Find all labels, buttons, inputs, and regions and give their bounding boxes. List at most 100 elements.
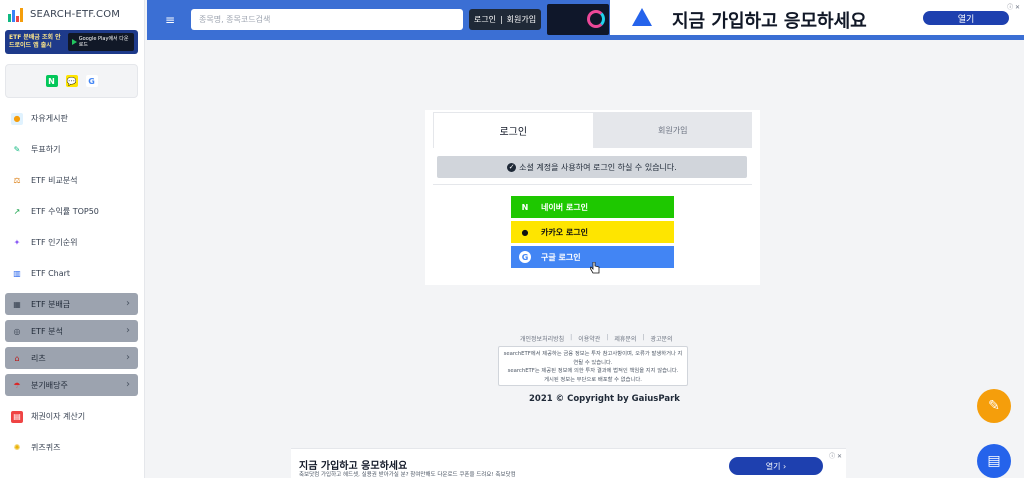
- footer-links: 개인정보처리방침 | 이용약관 | 제휴문의 | 광고문의: [520, 334, 673, 343]
- auth-links: 로그인 | 회원가입: [469, 9, 541, 30]
- chat-icon: ●: [11, 112, 23, 125]
- building-icon: ⌂: [14, 353, 20, 363]
- tab-login[interactable]: 로그인: [433, 112, 594, 148]
- divider: |: [570, 334, 573, 341]
- android-app-banner[interactable]: ETF 분배금 조회 안드로이드 앱 출시 Google Play에서 다운로드: [5, 30, 138, 54]
- sidebar-item-label: 퀴즈퀴즈: [31, 443, 61, 452]
- hamburger-menu-icon[interactable]: ≡: [165, 13, 175, 27]
- sidebar-item-free-board[interactable]: ● 자유게시판: [5, 103, 138, 134]
- chevron-right-icon: ›: [126, 325, 130, 336]
- search-input[interactable]: 종목명, 종목코드검색: [191, 9, 463, 30]
- sidebar-item-etf-chart[interactable]: ▥ ETF Chart: [5, 258, 138, 289]
- top-bar: ≡ 종목명, 종목코드검색 로그인 | 회원가입 지금 가입하고 응모하세요 열…: [147, 0, 1024, 40]
- disclaimer-line: searchETF에서 제공하는 금융 정보는 투자 참고사항이며, 오류가 발…: [503, 351, 683, 366]
- tab-signup[interactable]: 회원가입: [593, 112, 752, 148]
- sparkle-icon: ✦: [13, 238, 21, 247]
- notice-text: 소셜 계정을 사용하여 로그인 하실 수 있습니다.: [519, 162, 677, 172]
- kakao-login-label: 카카오 로그인: [541, 227, 588, 237]
- signup-link[interactable]: 회원가입: [507, 14, 536, 25]
- app-banner-text: ETF 분배금 조회 안드로이드 앱 출시: [9, 34, 61, 49]
- calculator-fab-icon[interactable]: ▤: [977, 444, 1011, 478]
- ad-graphic-icon: [587, 10, 605, 28]
- chevron-right-icon: ›: [126, 298, 130, 309]
- check-circle-icon: ✓: [507, 162, 517, 172]
- privacy-policy-link[interactable]: 개인정보처리방침: [520, 334, 564, 343]
- sidebar-item-vote[interactable]: ✎ 투표하기: [5, 134, 138, 165]
- kakao-icon[interactable]: 💬: [65, 75, 78, 87]
- chevron-right-icon: ›: [126, 379, 130, 390]
- sidebar-item-label: ETF Chart: [31, 269, 71, 278]
- site-name: SEARCH-ETF.COM: [30, 8, 121, 20]
- divider: |: [606, 334, 609, 341]
- ad-thumbnail[interactable]: [547, 4, 609, 35]
- hand-cursor-icon: [590, 262, 600, 274]
- sidebar-item-label: ETF 분배금: [31, 299, 71, 309]
- bulb-icon: ✺: [13, 443, 21, 452]
- bottom-ad-open-button[interactable]: 열기 ›: [729, 457, 823, 475]
- chevron-right-icon: ›: [126, 352, 130, 363]
- divider: [433, 184, 752, 185]
- globe-icon: ◎: [13, 326, 21, 336]
- naver-icon: N: [521, 202, 529, 212]
- sidebar-group-reits[interactable]: ⌂ 리츠 ›: [5, 347, 138, 369]
- sidebar-item-quiz[interactable]: ✺ 퀴즈퀴즈: [5, 432, 138, 463]
- sidebar-item-label: ETF 인기순위: [31, 238, 78, 247]
- sidebar: SEARCH-ETF.COM ETF 분배금 조회 안드로이드 앱 출시 Goo…: [0, 0, 145, 478]
- divider: |: [642, 334, 645, 341]
- bottom-ad-banner[interactable]: 지금 가입하고 응모하세요 축보닷컴 가입하고 헤드셋, 실용권 받아가실 분?…: [291, 448, 846, 478]
- kakao-login-button[interactable]: ● 카카오 로그인: [511, 221, 674, 243]
- sidebar-item-etf-ranking[interactable]: ✦ ETF 인기순위: [5, 227, 138, 258]
- terms-link[interactable]: 이용약관: [578, 334, 600, 343]
- sidebar-item-bond-calculator[interactable]: ▤ 채권이자 계산기: [5, 401, 138, 432]
- sidebar-group-quarterly-dividend[interactable]: ☂ 분기배당주 ›: [5, 374, 138, 396]
- google-play-badge[interactable]: Google Play에서 다운로드: [67, 33, 134, 51]
- disclaimer-box: searchETF에서 제공하는 금융 정보는 투자 참고사항이며, 오류가 발…: [498, 346, 688, 386]
- social-login-shortcuts: N 💬 G: [5, 64, 138, 98]
- sidebar-item-etf-top50[interactable]: ↗ ETF 수익률 TOP50: [5, 196, 138, 227]
- site-logo[interactable]: SEARCH-ETF.COM: [8, 6, 120, 22]
- login-link[interactable]: 로그인: [474, 14, 496, 25]
- sidebar-item-label: 분기배당주: [31, 380, 68, 390]
- ad-inquiry-link[interactable]: 광고문의: [650, 334, 672, 343]
- sidebar-item-label: 채권이자 계산기: [31, 412, 86, 421]
- google-login-label: 구글 로그인: [541, 252, 581, 262]
- ad-info-icon[interactable]: ⓘ ✕: [1007, 2, 1020, 11]
- calculator-icon: ▤: [11, 410, 23, 423]
- google-icon: G: [519, 251, 531, 263]
- play-store-icon: [71, 39, 77, 45]
- sidebar-item-label: 리츠: [31, 353, 46, 363]
- ad-logo-icon: [632, 8, 652, 26]
- logo-chart-icon: [8, 6, 26, 22]
- partnership-link[interactable]: 제휴문의: [614, 334, 636, 343]
- ad-info-icon[interactable]: ⓘ ✕: [829, 451, 842, 460]
- disclaimer-line: searchETF는 제공된 정보에 의한 투자 결과에 법적인 책임을 지지 …: [507, 368, 679, 374]
- naver-icon[interactable]: N: [45, 75, 58, 87]
- sidebar-item-label: ETF 분석: [31, 326, 63, 336]
- bottom-ad-subtitle: 축보닷컴 가입하고 헤드셋, 실용권 받아가실 분? 참여만해도 다운로드 쿠폰…: [299, 472, 516, 478]
- google-icon[interactable]: G: [85, 75, 98, 87]
- ad-title: 지금 가입하고 응모하세요: [672, 11, 867, 32]
- sidebar-item-label: ETF 비교분석: [31, 176, 78, 185]
- umbrella-icon: ☂: [13, 380, 21, 390]
- sidebar-group-etf-analysis[interactable]: ◎ ETF 분석 ›: [5, 320, 138, 342]
- sidebar-nav: ● 자유게시판 ✎ 투표하기 ⚖ ETF 비교분석 ↗ ETF 수익률 TOP5…: [5, 103, 138, 463]
- vote-icon: ✎: [13, 145, 21, 154]
- vote-fab-icon[interactable]: ✎: [977, 389, 1011, 423]
- ad-open-button[interactable]: 열기: [923, 11, 1009, 25]
- calendar-icon: ▦: [13, 299, 21, 309]
- divider: |: [499, 15, 503, 24]
- naver-login-button[interactable]: N 네이버 로그인: [511, 196, 674, 218]
- copyright: 2021 © Copyright by GaiusPark: [529, 394, 680, 404]
- sidebar-item-label: 자유게시판: [31, 114, 68, 123]
- bar-chart-icon: ▥: [13, 269, 21, 278]
- scale-icon: ⚖: [13, 176, 21, 185]
- sidebar-item-etf-compare[interactable]: ⚖ ETF 비교분석: [5, 165, 138, 196]
- login-tabs: 로그인 회원가입: [433, 112, 752, 148]
- naver-login-label: 네이버 로그인: [541, 202, 588, 212]
- sidebar-item-label: ETF 수익률 TOP50: [31, 207, 99, 216]
- social-login-notice: ✓ 소셜 계정을 사용하여 로그인 하실 수 있습니다.: [437, 156, 747, 178]
- disclaimer-line: 게시된 정보는 무단으로 배포할 수 없습니다.: [544, 376, 642, 383]
- sidebar-item-label: 투표하기: [31, 145, 61, 154]
- top-ad-banner[interactable]: 지금 가입하고 응모하세요 열기 ⓘ ✕: [610, 0, 1024, 35]
- sidebar-group-etf-dividend[interactable]: ▦ ETF 분배금 ›: [5, 293, 138, 315]
